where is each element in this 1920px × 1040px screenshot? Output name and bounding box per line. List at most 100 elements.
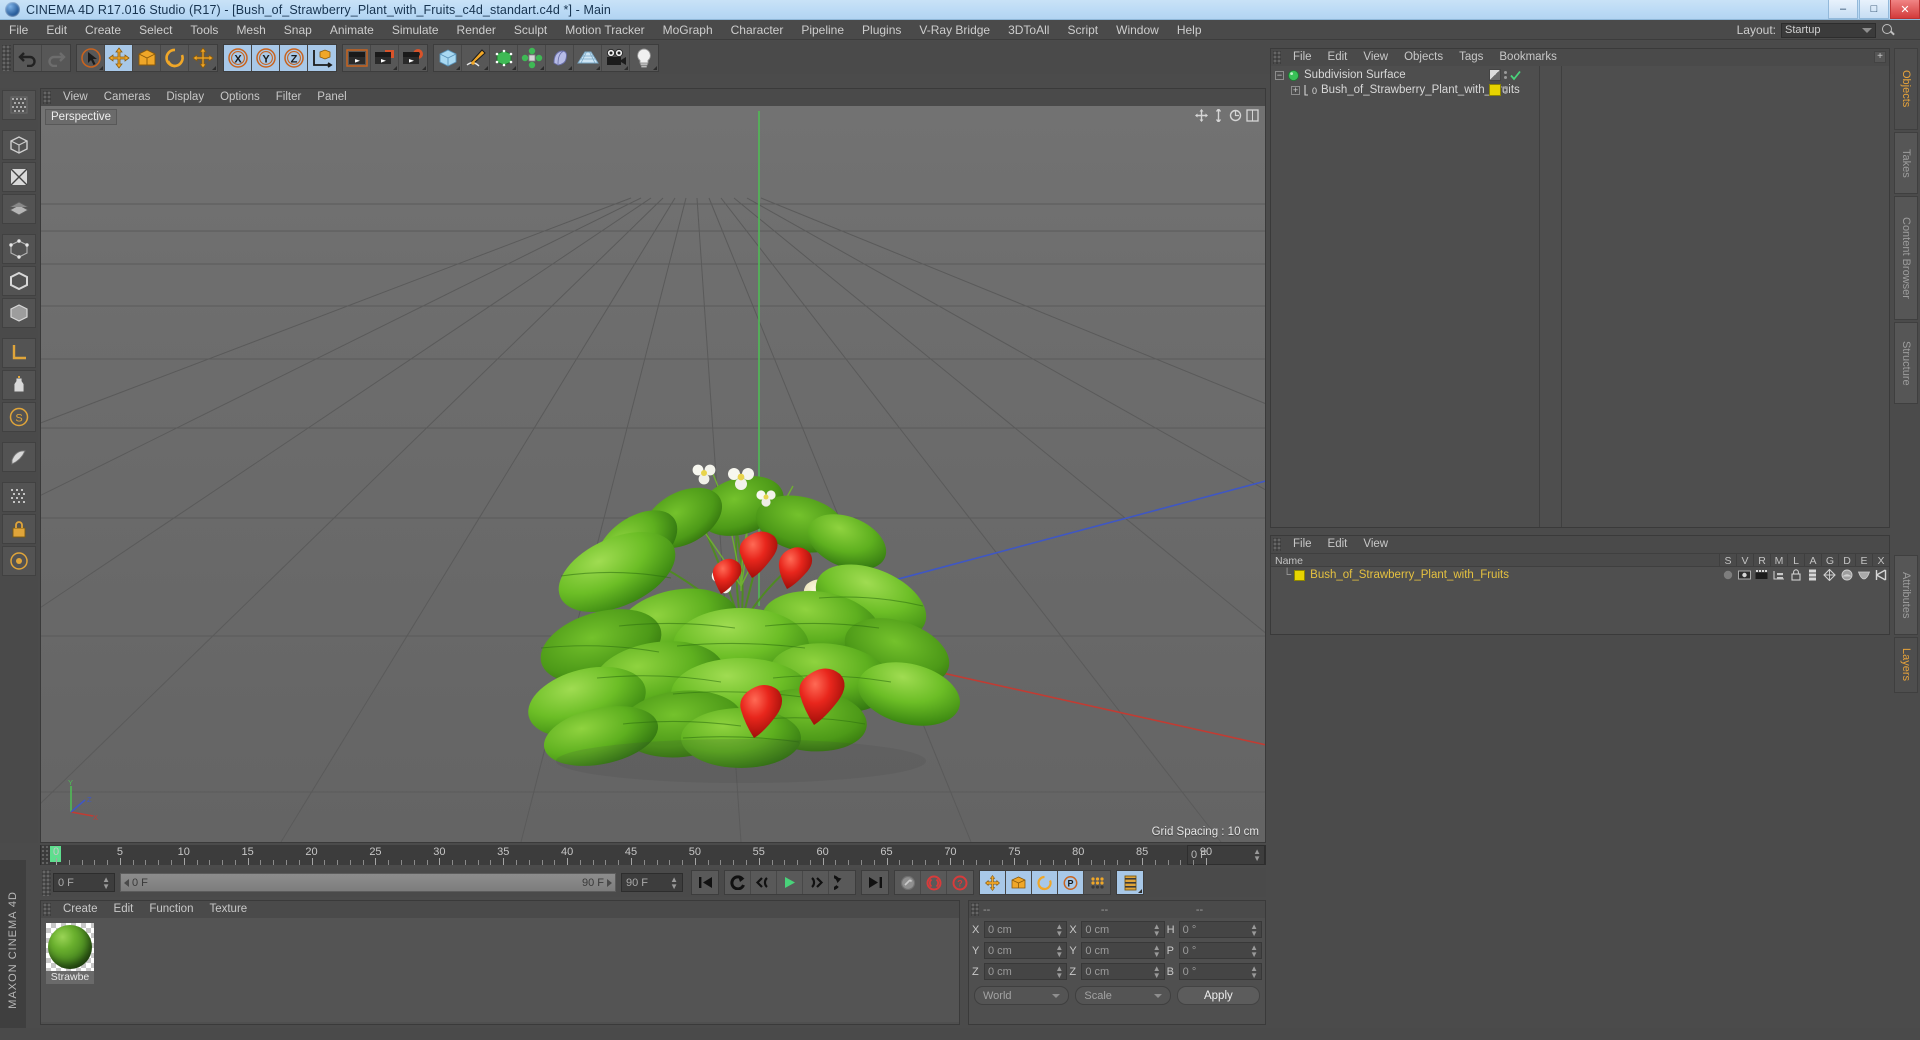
menu-motion-tracker[interactable]: Motion Tracker	[556, 20, 653, 40]
menu-simulate[interactable]: Simulate	[383, 20, 448, 40]
layout-dropdown[interactable]: Startup	[1781, 22, 1876, 38]
redo-button[interactable]	[42, 44, 70, 71]
spinner-icon[interactable]: ▲ ▼	[1055, 922, 1063, 937]
viewport-menu-panel[interactable]: Panel	[309, 89, 354, 106]
column-header-m[interactable]: M	[1770, 554, 1787, 567]
edges-mode-button[interactable]	[2, 266, 36, 296]
polygons-mode-button[interactable]	[2, 298, 36, 328]
minimize-button[interactable]: –	[1828, 0, 1858, 19]
points-mode-button[interactable]	[2, 234, 36, 264]
lock-y-axis-button[interactable]: Y	[252, 44, 280, 71]
menu-character[interactable]: Character	[722, 20, 793, 40]
viewport-navigation-icons[interactable]	[1195, 109, 1259, 122]
display-tag-icon[interactable]	[1489, 69, 1501, 81]
object-menu-file[interactable]: File	[1285, 49, 1320, 66]
add-deformer-button[interactable]	[546, 44, 574, 71]
key-pla-button[interactable]	[1084, 871, 1110, 894]
object-row-subdivision-surface[interactable]: − Subdivision Surface	[1271, 66, 1889, 82]
move-tool-button[interactable]	[105, 44, 133, 71]
menu-script[interactable]: Script	[1058, 20, 1107, 40]
autokey-parameter-button[interactable]	[895, 871, 921, 894]
layer-menu-view[interactable]: View	[1355, 536, 1396, 553]
layer-menu-edit[interactable]: Edit	[1320, 536, 1356, 553]
key-parameter-button[interactable]: P	[1058, 871, 1084, 894]
viewport-menu-cameras[interactable]: Cameras	[96, 89, 159, 106]
size-y-field[interactable]: 0 cm ▲ ▼	[1081, 942, 1165, 959]
world-object-coordinates-button[interactable]	[308, 44, 336, 71]
enable-axis-modification-button[interactable]	[2, 338, 36, 368]
strawberry-plant-3d-model[interactable]	[41, 106, 1265, 842]
layer-manager-grip[interactable]	[1273, 538, 1281, 551]
rot-h-field[interactable]: 0 ° ▲ ▼	[1178, 921, 1262, 938]
viewport-menu-options[interactable]: Options	[212, 89, 268, 106]
goto-start-button[interactable]	[692, 871, 718, 894]
expression-toggle-icon[interactable]	[1856, 569, 1871, 582]
viewport-menu-view[interactable]: View	[55, 89, 96, 106]
key-position-button[interactable]	[980, 871, 1006, 894]
next-frame-button[interactable]	[803, 871, 829, 894]
render-to-picture-viewer-button[interactable]	[371, 44, 399, 71]
menu-pipeline[interactable]: Pipeline	[792, 20, 853, 40]
column-header-r[interactable]: R	[1753, 554, 1770, 567]
goto-end-button[interactable]	[862, 871, 888, 894]
material-manager-body[interactable]: Strawbe	[41, 918, 959, 1022]
size-z-field[interactable]: 0 cm ▲ ▼	[1081, 963, 1165, 980]
manager-toggle-icon[interactable]	[1771, 569, 1786, 582]
column-header-s[interactable]: S	[1719, 554, 1736, 567]
rotate-tool-button[interactable]	[161, 44, 189, 71]
close-button[interactable]: ✕	[1890, 0, 1920, 19]
coordinate-system-dropdown[interactable]: World	[974, 986, 1070, 1005]
column-header-l[interactable]: L	[1787, 554, 1804, 567]
spinner-icon[interactable]: ▲ ▼	[1250, 922, 1258, 937]
spinner-icon[interactable]: ▲ ▼	[1055, 964, 1063, 979]
polygon-mode-button[interactable]	[2, 194, 36, 224]
object-manager-tree[interactable]: − Subdivision Surface + 0 Bush_of_Strawb…	[1271, 66, 1889, 527]
timeline-frame-field[interactable]: 0 F ▲ ▼	[1187, 845, 1265, 865]
autokeying-button[interactable]: ?	[947, 871, 973, 894]
column-header-g[interactable]: G	[1821, 554, 1838, 567]
record-active-objects-button[interactable]	[921, 871, 947, 894]
tab-objects[interactable]: Objects	[1894, 48, 1918, 130]
menu-edit[interactable]: Edit	[37, 20, 76, 40]
play-reverse-button[interactable]	[725, 871, 751, 894]
material-menu-function[interactable]: Function	[141, 901, 201, 918]
rot-b-field[interactable]: 0 ° ▲ ▼	[1178, 963, 1262, 980]
menu-file[interactable]: File	[0, 20, 37, 40]
menu-tools[interactable]: Tools	[181, 20, 227, 40]
rot-p-field[interactable]: 0 ° ▲ ▼	[1178, 942, 1262, 959]
tool-texture-axis-button[interactable]	[2, 90, 36, 120]
lock-x-axis-button[interactable]: X	[224, 44, 252, 71]
layer-color-swatch[interactable]	[1294, 569, 1306, 581]
tool-options-button[interactable]	[2, 546, 36, 576]
menu-mesh[interactable]: Mesh	[227, 20, 274, 40]
key-rotation-button[interactable]	[1032, 871, 1058, 894]
spinner-icon[interactable]: ▲ ▼	[1253, 848, 1261, 863]
menu-snap[interactable]: Snap	[275, 20, 321, 40]
material-swatch[interactable]: Strawbe	[46, 923, 94, 985]
preview-range-bar[interactable]: 0 F 90 F	[120, 873, 616, 892]
tab-structure[interactable]: Structure	[1894, 322, 1918, 404]
lock-button[interactable]	[2, 514, 36, 544]
column-header-v[interactable]: V	[1736, 554, 1753, 567]
move-duplicate-tool-button[interactable]	[189, 44, 217, 71]
render-settings-button[interactable]	[399, 44, 427, 71]
object-manager-grip[interactable]	[1273, 51, 1281, 64]
object-row-bush-of-strawberry[interactable]: + 0 Bush_of_Strawberry_Plant_with_Fruits	[1271, 82, 1889, 98]
open-timeline-button[interactable]	[1117, 871, 1143, 894]
add-spline-pen-button[interactable]	[462, 44, 490, 71]
current-frame-field[interactable]: 0 F ▲ ▼	[53, 873, 115, 892]
menu-animate[interactable]: Animate	[321, 20, 383, 40]
range-start-handle-icon[interactable]	[124, 878, 129, 887]
deformer-toggle-icon[interactable]	[1839, 569, 1854, 582]
add-nurbs-generator-button[interactable]	[490, 44, 518, 71]
column-header-x[interactable]: X	[1872, 554, 1889, 567]
snap-settings-button[interactable]: S	[2, 402, 36, 432]
animation-toggle-icon[interactable]	[1805, 569, 1820, 582]
search-icon[interactable]	[1881, 23, 1895, 37]
play-button[interactable]	[777, 871, 803, 894]
sculpt-symmetry-button[interactable]	[2, 482, 36, 512]
transform-mode-dropdown[interactable]: Scale	[1075, 986, 1171, 1005]
loop-playback-button[interactable]	[829, 871, 855, 894]
key-scale-button[interactable]	[1006, 871, 1032, 894]
spinner-icon[interactable]: ▲ ▼	[1153, 922, 1161, 937]
